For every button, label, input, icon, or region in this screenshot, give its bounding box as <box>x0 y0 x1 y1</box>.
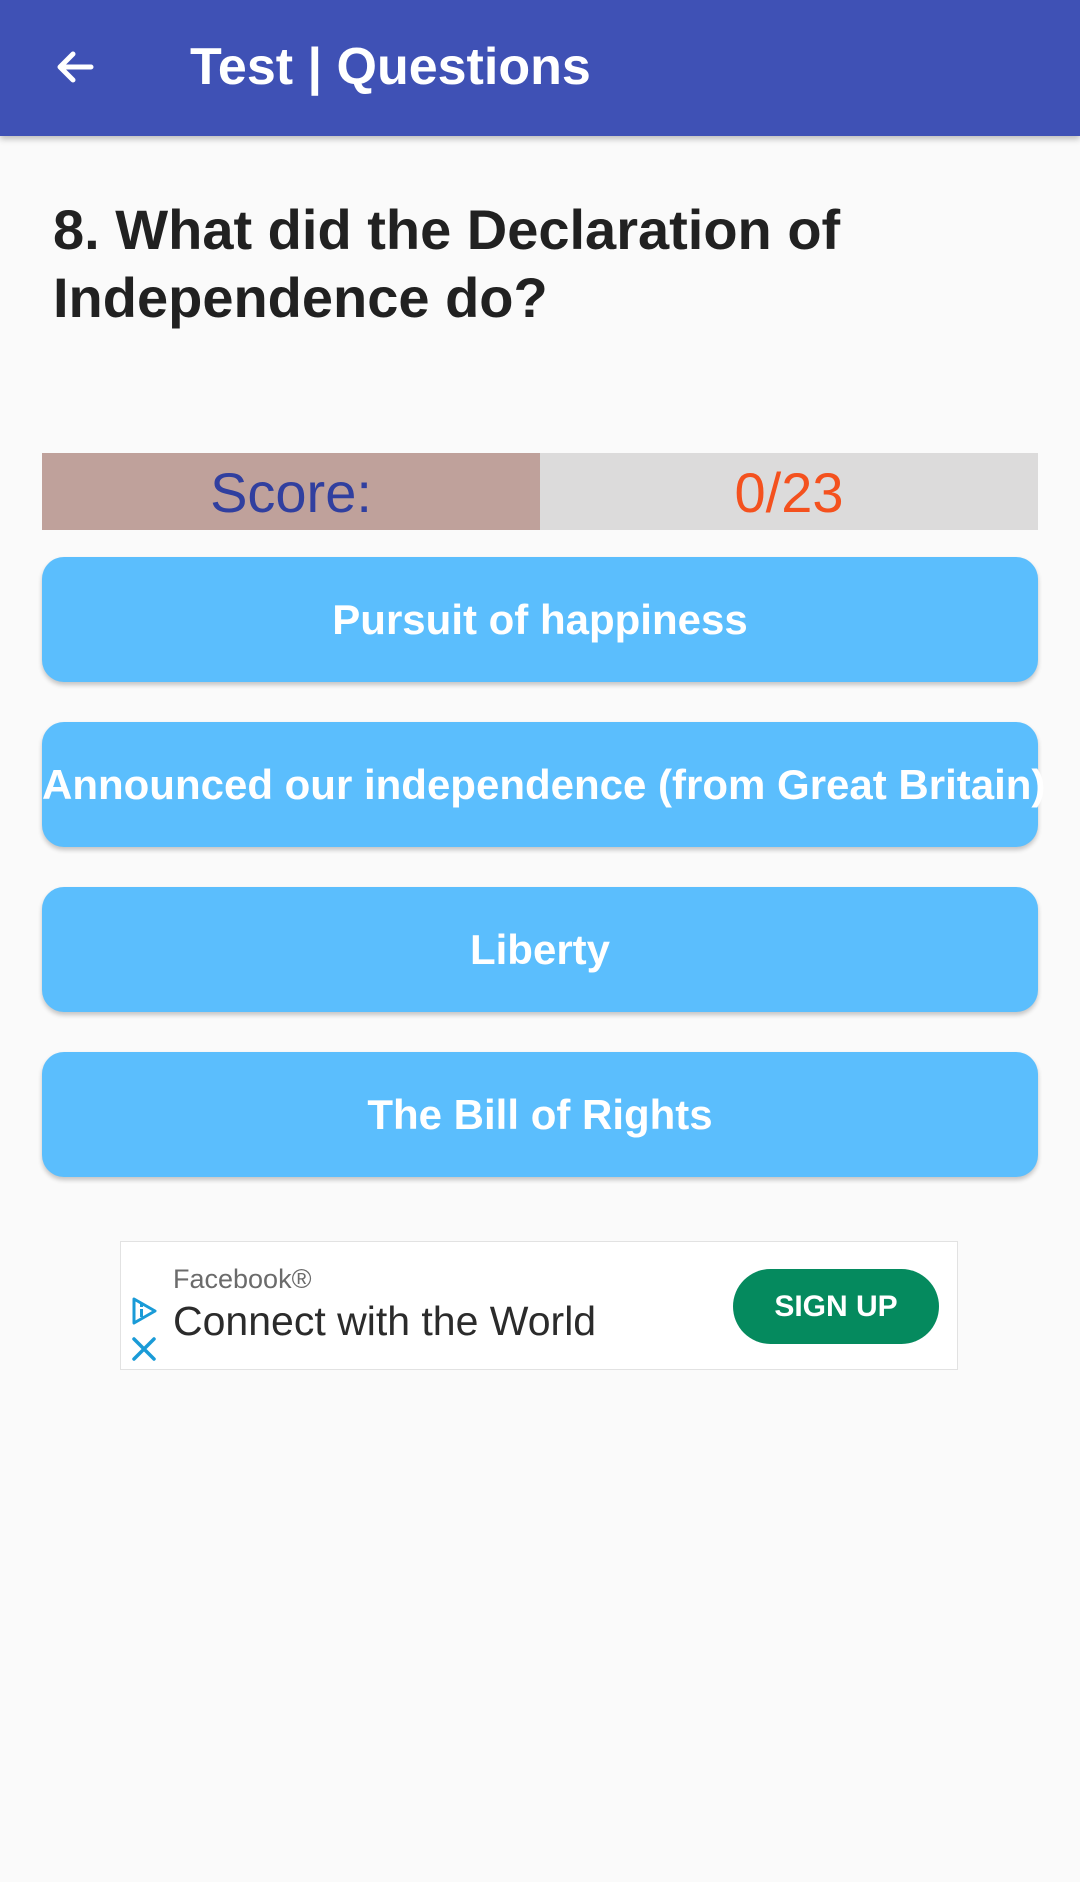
sign-up-button[interactable]: SIGN UP <box>733 1269 939 1344</box>
score-value: 0/23 <box>540 453 1038 530</box>
arrow-left-icon <box>57 51 94 83</box>
ad-headline: Connect with the World <box>173 1298 597 1344</box>
question-text: 8. What did the Declaration of Independe… <box>53 198 841 329</box>
answer-button-2[interactable]: Announced our independence (from Great B… <box>42 722 1045 847</box>
back-button[interactable] <box>38 30 112 104</box>
ad-brand: Facebook® <box>173 1264 312 1294</box>
answer-button-3[interactable]: Liberty <box>42 887 1038 1012</box>
page-title: Test | Questions <box>190 38 591 96</box>
app-bar: Test | Questions <box>0 0 1080 136</box>
adchoices-icon[interactable] <box>129 1296 159 1326</box>
score-bar: Score: 0/23 <box>42 453 1038 530</box>
answer-button-4[interactable]: The Bill of Rights <box>42 1052 1038 1177</box>
answer-button-1[interactable]: Pursuit of happiness <box>42 557 1038 682</box>
ad-banner[interactable]: Facebook® Connect with the World SIGN UP <box>120 1241 958 1370</box>
close-icon[interactable] <box>129 1334 159 1364</box>
score-label: Score: <box>42 453 540 530</box>
answer-list: Pursuit of happiness Announced our indep… <box>42 557 1045 1217</box>
